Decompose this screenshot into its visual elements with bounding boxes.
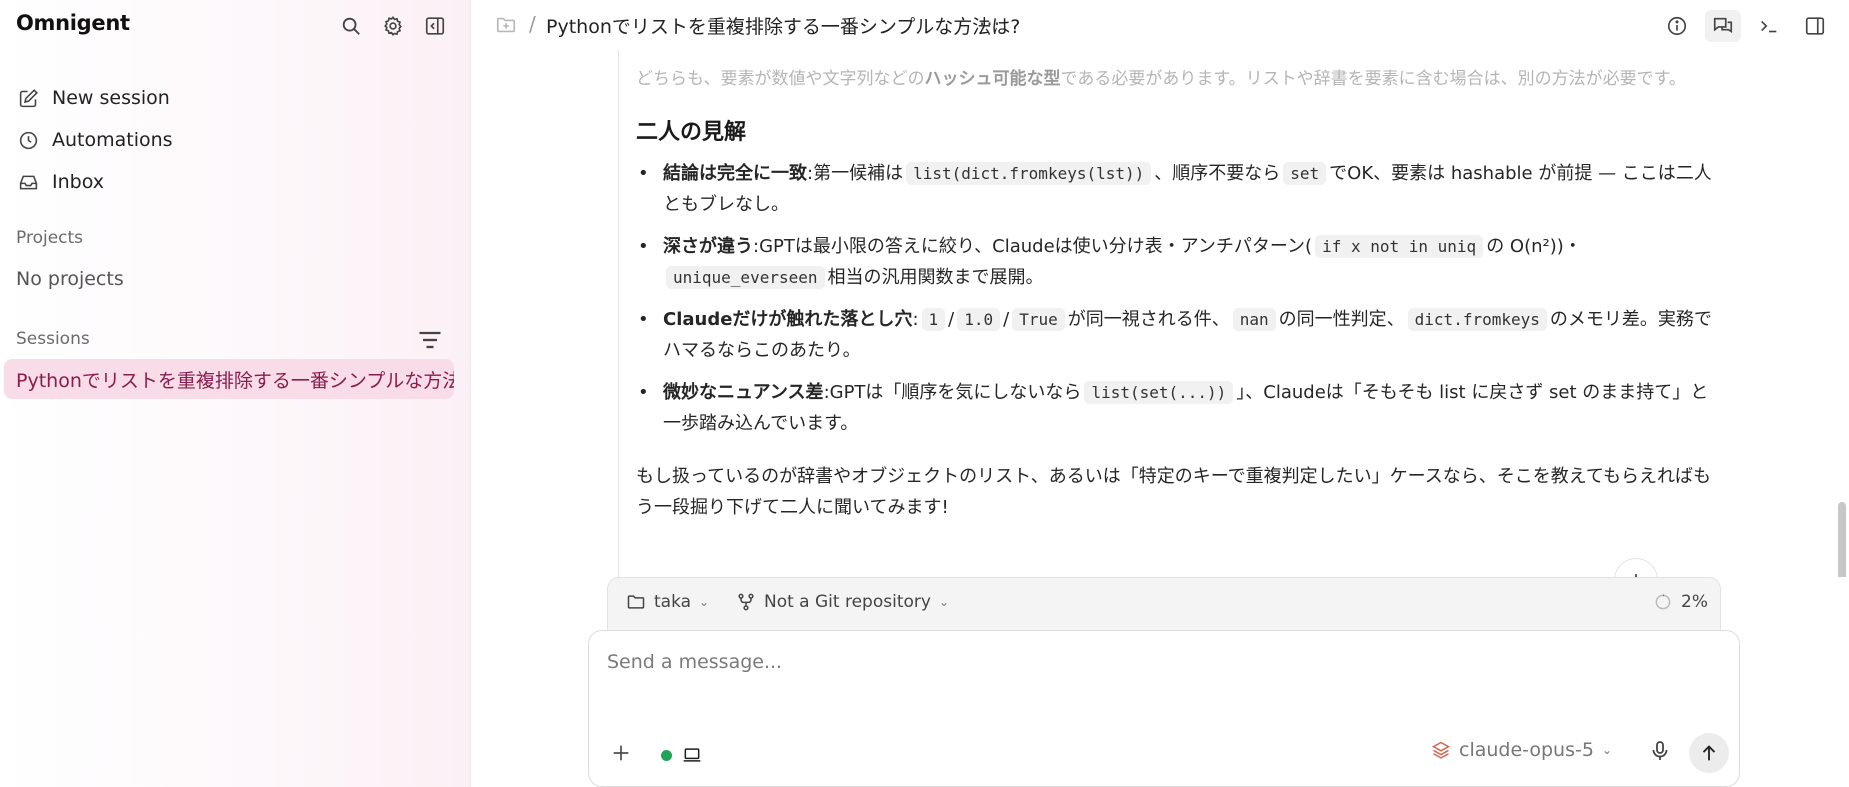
app-logo: Omnigent xyxy=(16,11,130,35)
inbox-button[interactable]: Inbox xyxy=(0,161,471,203)
breadcrumb-separator: / xyxy=(529,12,536,36)
layers-icon xyxy=(1431,741,1451,759)
header: / Pythonでリストを重複排除する一番シンプルな方法は? ··· xyxy=(471,0,1849,50)
list-item: • 深さが違う:GPTは最小限の答えに絞り、Claudeは使い分け表・アンチパタ… xyxy=(638,235,1582,289)
chevron-down-icon: ⌄ xyxy=(1601,743,1613,757)
chat-view-icon[interactable] xyxy=(1705,10,1741,42)
arrow-up-icon xyxy=(1702,745,1716,761)
gear-icon[interactable] xyxy=(378,11,408,41)
message-input[interactable] xyxy=(607,651,1507,673)
folder-icon xyxy=(627,595,645,609)
folder-name: taka xyxy=(654,592,692,612)
model-selector[interactable]: claude-opus-5 ⌄ xyxy=(1431,739,1612,761)
side-panel-icon[interactable] xyxy=(1797,10,1833,42)
nav-label: New session xyxy=(52,87,170,109)
section-heading: 二人の見解 xyxy=(636,120,747,145)
header-actions xyxy=(1659,10,1833,42)
inbox-icon xyxy=(19,175,38,189)
git-status: Not a Git repository xyxy=(764,592,931,612)
projects-label: Projects xyxy=(16,228,84,248)
scrollbar-thumb[interactable] xyxy=(1838,502,1846,577)
folder-plus-icon[interactable] xyxy=(495,14,517,36)
filter-icon[interactable] xyxy=(416,326,444,354)
closing-paragraph: もし扱っているのが辞書やオブジェクトのリスト、あるいは「特定のキーで重複判定した… xyxy=(636,466,1711,518)
workspace-folder-selector[interactable]: taka ⌄ xyxy=(626,592,709,612)
no-projects-text: No projects xyxy=(16,268,124,290)
nav-label: Inbox xyxy=(52,171,104,193)
search-icon[interactable] xyxy=(336,11,366,41)
chevron-down-icon: ⌄ xyxy=(699,595,710,609)
model-name: claude-opus-5 xyxy=(1459,739,1594,761)
context-usage-percent: 2% xyxy=(1681,592,1708,612)
microphone-icon[interactable] xyxy=(1648,739,1676,767)
list-item: • 微妙なニュアンス差:GPTは「順序を気にしないなら list(set(...)… xyxy=(638,381,1709,434)
collapse-sidebar-icon[interactable] xyxy=(420,11,450,41)
thread-divider xyxy=(618,50,619,577)
bullet-list: • 結論は完全に一致:第一候補は list(dict.fromkeys(lst))… xyxy=(636,158,1716,439)
page-title: Pythonでリストを重複排除する一番シンプルな方法は? xyxy=(546,16,1021,38)
assistant-message: どちらも、要素が数値や文字列などのハッシュ可能な型である必要があります。リストや… xyxy=(636,50,1716,523)
sidebar-nav: New session Automations Inbox xyxy=(0,77,471,203)
git-branch-selector[interactable]: Not a Git repository ⌄ xyxy=(736,592,949,612)
message-composer: claude-opus-5 ⌄ xyxy=(588,630,1740,787)
sessions-label: Sessions xyxy=(16,329,90,349)
chevron-down-icon: ⌄ xyxy=(938,595,949,609)
sidebar-toolbar xyxy=(336,11,450,41)
new-session-button[interactable]: New session xyxy=(0,77,471,119)
laptop-icon xyxy=(683,748,701,762)
nav-label: Automations xyxy=(52,129,173,151)
clock-icon xyxy=(19,131,38,149)
edit-icon xyxy=(19,88,38,107)
sidebar: Omnigent New session Automations Inbox P… xyxy=(0,0,471,787)
context-bar: taka ⌄ Not a Git repository ⌄ 2% xyxy=(607,577,1721,630)
add-attachment-icon[interactable] xyxy=(607,739,635,767)
list-item: • 結論は完全に一致:第一候補は list(dict.fromkeys(lst))… xyxy=(638,162,1712,215)
scroll-to-bottom-button[interactable] xyxy=(1614,558,1658,577)
message-thread: どちらも、要素が数値や文字列などのハッシュ可能な型である必要があります。リストや… xyxy=(471,50,1849,577)
info-icon[interactable] xyxy=(1659,10,1695,42)
automations-button[interactable]: Automations xyxy=(0,119,471,161)
session-item-active[interactable]: Pythonでリストを重複排除する一番シンプルな方法は? xyxy=(4,359,454,399)
list-item: • Claudeだけが触れた落とし穴: 1/1.0/True が同一視される件、 na… xyxy=(638,308,1712,361)
faded-paragraph: どちらも、要素が数値や文字列などのハッシュ可能な型である必要があります。リストや… xyxy=(636,69,1686,89)
terminal-icon[interactable] xyxy=(1751,10,1787,42)
progress-ring-icon xyxy=(1655,594,1671,610)
connection-status[interactable] xyxy=(661,745,702,765)
git-branch-icon xyxy=(738,593,754,611)
send-button[interactable] xyxy=(1689,733,1729,773)
status-dot xyxy=(661,749,672,761)
arrow-down-icon xyxy=(1635,574,1637,577)
context-usage: 2% xyxy=(1653,592,1708,612)
more-options-icon[interactable]: ··· xyxy=(979,12,1001,36)
